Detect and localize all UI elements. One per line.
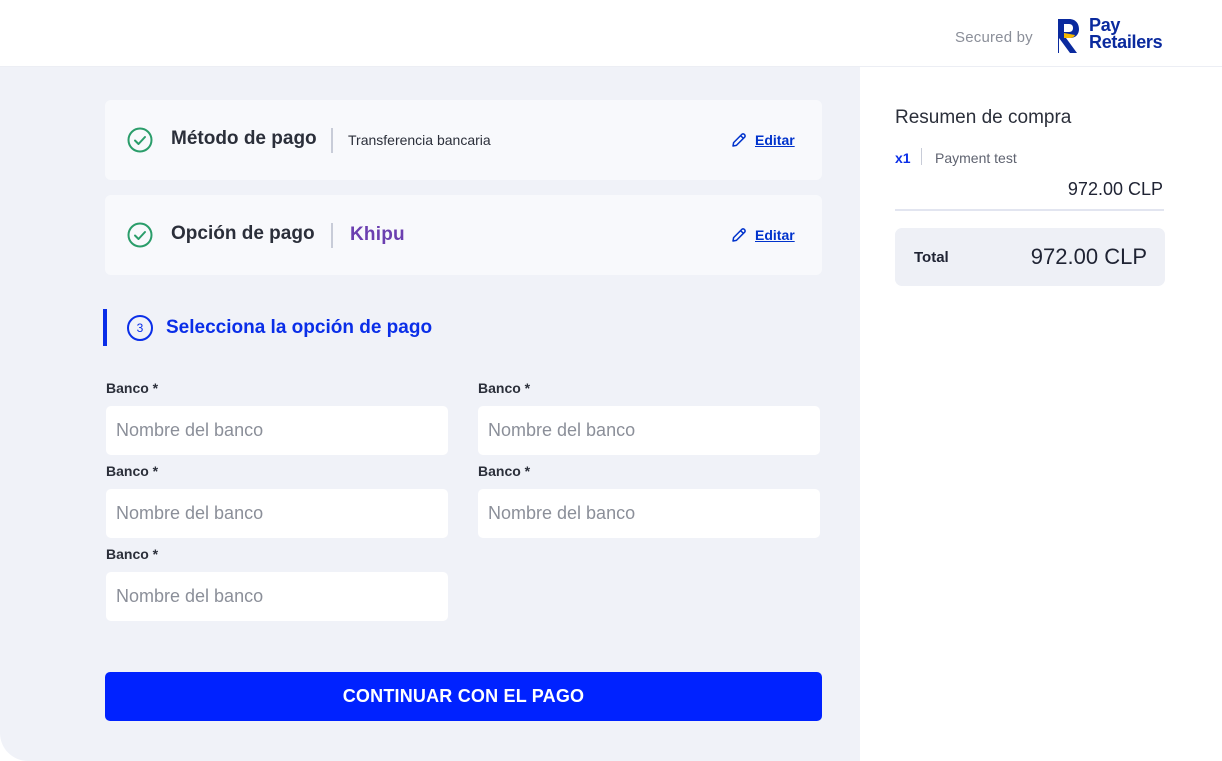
payretailers-logo: Pay Retailers — [1055, 16, 1167, 55]
section-indicator-bar — [103, 309, 107, 346]
summary-divider — [895, 209, 1164, 211]
step-number-badge: 3 — [127, 315, 153, 341]
check-circle-icon — [127, 127, 153, 153]
bank-input-3[interactable] — [106, 489, 448, 538]
summary-title: Resumen de compra — [895, 107, 1072, 128]
section-title: Selecciona la opción de pago — [166, 317, 433, 338]
check-circle-icon — [127, 222, 153, 248]
divider — [331, 128, 333, 153]
bank-input-4[interactable] — [478, 489, 820, 538]
bank-input-5[interactable] — [106, 572, 448, 621]
step-title: Método de pago — [171, 128, 317, 149]
payment-form-panel: Método de pago Transferencia bancaria Ed… — [0, 67, 860, 761]
total-box: Total 972.00 CLP — [895, 228, 1165, 286]
bank-label: Banco * — [478, 380, 531, 396]
top-bar: Secured by Pay Retailers — [0, 0, 1222, 67]
edit-label: Editar — [755, 132, 795, 148]
total-label: Total — [914, 249, 949, 266]
total-value: 972.00 CLP — [1030, 244, 1147, 269]
order-summary-panel: Resumen de compra x1 Payment test 972.00… — [860, 67, 1222, 761]
step-value: Transferencia bancaria — [348, 132, 491, 148]
continue-payment-button[interactable]: CONTINUAR CON EL PAGO — [105, 672, 822, 721]
bank-label: Banco * — [106, 546, 159, 562]
pencil-icon — [732, 133, 746, 147]
edit-payment-method-link[interactable]: Editar — [731, 130, 795, 150]
payretailers-logo-text: Pay Retailers — [1089, 16, 1163, 52]
khipu-logo: Khipu — [350, 224, 405, 245]
secured-by-label: Secured by — [955, 29, 1033, 46]
item-quantity: x1 — [895, 150, 911, 166]
divider — [921, 148, 922, 165]
pencil-icon — [732, 228, 746, 242]
item-price: 972.00 CLP — [1067, 179, 1163, 199]
payretailers-logo-icon — [1058, 19, 1079, 53]
item-name: Payment test — [935, 150, 1017, 166]
divider — [331, 223, 333, 248]
bank-label: Banco * — [478, 463, 531, 479]
brand-line2: Retailers — [1089, 32, 1163, 52]
edit-payment-option-link[interactable]: Editar — [731, 225, 795, 245]
edit-label: Editar — [755, 227, 795, 243]
step-card-payment-option: Opción de pago Khipu Editar — [105, 195, 822, 275]
bank-label: Banco * — [106, 463, 159, 479]
bank-input-2[interactable] — [478, 406, 820, 455]
bank-label: Banco * — [106, 380, 159, 396]
step-title: Opción de pago — [171, 223, 315, 244]
step-card-payment-method: Método de pago Transferencia bancaria Ed… — [105, 100, 822, 180]
bank-input-1[interactable] — [106, 406, 448, 455]
